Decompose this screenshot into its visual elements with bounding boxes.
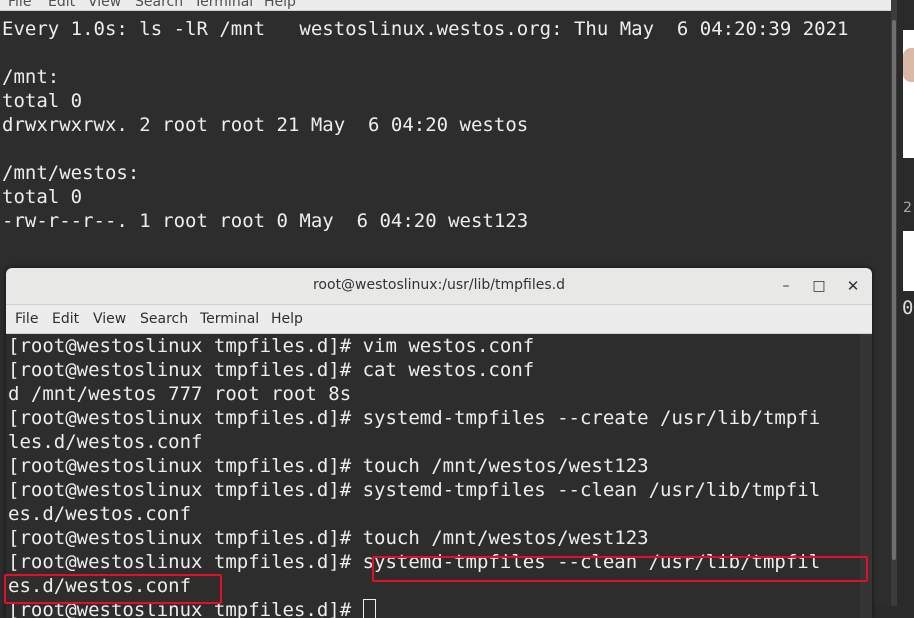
output-line: drwxrwxrwx. 2 root root 21 May 6 04:20 w… [2, 114, 529, 136]
menu-help[interactable]: Help [271, 311, 303, 327]
window-title: root@westoslinux:/usr/lib/tmpfiles.d [312, 277, 565, 293]
terminal-line: [root@westoslinux tmpfiles.d]# systemd-t… [8, 551, 821, 573]
output-line: -rw-r--r--. 1 root root 0 May 6 04:20 we… [2, 210, 529, 232]
terminal-menubar: File Edit View Search Terminal Help [6, 305, 872, 334]
bg-menu-help[interactable]: Help [264, 0, 296, 10]
side-window-image [903, 48, 914, 82]
maximize-button[interactable]: □ [809, 276, 829, 296]
terminal-scrollbar[interactable] [860, 334, 872, 618]
bg-menu-file[interactable]: File [8, 0, 31, 10]
terminal-line: [root@westoslinux tmpfiles.d]# systemd-t… [8, 479, 821, 501]
terminal-line: [root@westoslinux tmpfiles.d]# systemd-t… [8, 407, 821, 429]
shell-prompt: [root@westoslinux tmpfiles.d]# [8, 599, 363, 618]
menu-file[interactable]: File [15, 311, 38, 327]
side-window-panel-lower [903, 231, 914, 291]
watch-output: Every 1.0s: ls -lR /mnt westoslinux.west… [2, 17, 848, 233]
terminal-line: [root@westoslinux tmpfiles.d]# touch /mn… [8, 527, 649, 549]
background-scroll-thumb[interactable] [892, 20, 896, 560]
terminal-line: [root@westoslinux tmpfiles.d]# touch /mn… [8, 455, 649, 477]
foreground-terminal-window[interactable]: root@westoslinux:/usr/lib/tmpfiles.d – □… [6, 268, 872, 618]
terminal-line: d /mnt/westos 777 root root 8s [8, 383, 352, 405]
terminal-line: [root@westoslinux tmpfiles.d]# cat westo… [8, 359, 535, 381]
output-line: total 0 [2, 90, 83, 112]
minimize-button[interactable]: – [776, 276, 796, 296]
terminal-content[interactable]: [root@westoslinux tmpfiles.d]# vim westo… [6, 334, 860, 618]
menu-search[interactable]: Search [140, 311, 188, 327]
side-window-text: 2 [903, 200, 912, 216]
bg-menu-terminal[interactable]: Terminal [194, 0, 253, 10]
terminal-cursor [362, 599, 376, 618]
bg-menu-search[interactable]: Search [135, 0, 183, 10]
terminal-line: es.d/westos.conf [8, 575, 192, 597]
output-line: /mnt: [2, 66, 60, 88]
output-line: Every 1.0s: ls -lR /mnt westoslinux.west… [2, 18, 849, 40]
bg-menu-edit[interactable]: Edit [48, 0, 75, 10]
close-button[interactable]: ✕ [843, 276, 863, 296]
terminal-line: les.d/westos.conf [8, 431, 203, 453]
bg-menu-view[interactable]: View [88, 0, 121, 10]
window-titlebar[interactable]: root@westoslinux:/usr/lib/tmpfiles.d – □… [6, 268, 872, 305]
output-line: total 0 [2, 186, 83, 208]
terminal-line: es.d/westos.conf [8, 503, 192, 525]
output-line: /mnt/westos: [2, 162, 140, 184]
menu-terminal[interactable]: Terminal [200, 311, 259, 327]
prompt-line: [root@westoslinux tmpfiles.d]# [8, 598, 820, 618]
side-window-text: 0 [902, 297, 914, 319]
menu-edit[interactable]: Edit [52, 311, 79, 327]
background-menubar: File Edit View Search Terminal Help [0, 0, 896, 11]
terminal-line: [root@westoslinux tmpfiles.d]# vim westo… [8, 335, 535, 357]
menu-view[interactable]: View [93, 311, 126, 327]
